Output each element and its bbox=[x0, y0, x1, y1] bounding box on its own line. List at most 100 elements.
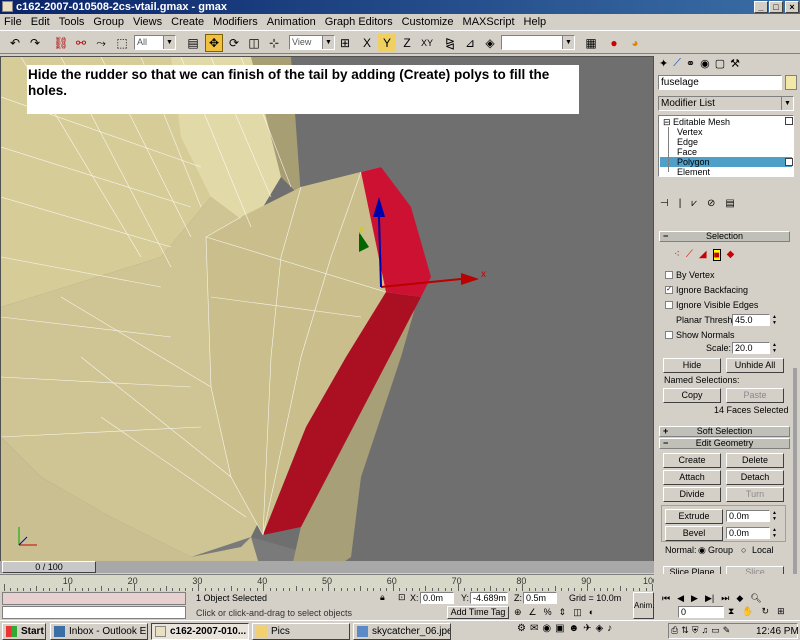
face-level-icon[interactable]: ◢ bbox=[699, 249, 707, 261]
menu-edit[interactable]: Edit bbox=[31, 16, 50, 28]
start-button[interactable]: Start bbox=[2, 623, 46, 640]
hierarchy-tab-icon[interactable]: ⚭ bbox=[686, 57, 695, 73]
stack-root-toggle[interactable] bbox=[785, 117, 793, 125]
menu-file[interactable]: File bbox=[4, 16, 22, 28]
task-outlook[interactable]: Inbox - Outlook E... bbox=[50, 623, 148, 640]
time-config-icon[interactable]: ⧗ bbox=[728, 606, 734, 618]
planar-thresh-spinner[interactable]: ▲ ▼ bbox=[771, 314, 778, 327]
pan-icon[interactable]: ✋ bbox=[742, 606, 753, 618]
stack-item-element[interactable]: Element bbox=[677, 167, 710, 177]
local-radio-icon[interactable]: ○ bbox=[741, 545, 746, 556]
link-icon[interactable]: ⛓ bbox=[52, 34, 70, 52]
bind-icon[interactable]: ⤳ bbox=[92, 34, 110, 52]
paste-button[interactable]: Paste bbox=[726, 388, 784, 403]
undo-icon[interactable]: ↶ bbox=[6, 34, 24, 52]
listener-mini-pane[interactable] bbox=[2, 592, 186, 605]
angle-snap-toggle-icon[interactable]: ∠ bbox=[529, 607, 537, 619]
menu-tools[interactable]: Tools bbox=[59, 16, 85, 28]
stack-item-vertex[interactable]: Vertex bbox=[677, 127, 703, 137]
quick-launch-icon-1[interactable]: ⚙ bbox=[517, 623, 526, 639]
quick-launch-icon-7[interactable]: ◈ bbox=[595, 623, 603, 639]
go-to-end-icon[interactable]: ⏭ bbox=[721, 593, 729, 605]
stack-item-edge[interactable]: Edge bbox=[677, 137, 698, 147]
create-button[interactable]: Create bbox=[663, 453, 721, 468]
stack-item-polygon[interactable]: Polygon bbox=[677, 157, 710, 167]
stack-item-face[interactable]: Face bbox=[677, 147, 697, 157]
tray-printer-icon[interactable]: ⎙ bbox=[671, 625, 678, 637]
task-pics[interactable]: Pics bbox=[252, 623, 350, 640]
gmax-app-icon[interactable] bbox=[2, 1, 13, 12]
mirror-icon[interactable]: ⧎ bbox=[441, 34, 459, 52]
show-end-result-icon[interactable]: | bbox=[679, 198, 682, 212]
ignore-backfacing-checkbox[interactable]: ✓ bbox=[665, 286, 673, 294]
group-radio-icon[interactable]: ◉ bbox=[698, 545, 706, 556]
time-slider-thumb[interactable]: 0 / 100 bbox=[2, 561, 96, 573]
snap-toggle-icon[interactable]: ⊕ bbox=[514, 607, 522, 619]
utilities-tab-icon[interactable]: ⚒ bbox=[730, 57, 740, 73]
zoom-icon[interactable]: 🔍︎ bbox=[750, 593, 761, 605]
element-level-icon[interactable]: ◆ bbox=[727, 249, 735, 261]
copy-button[interactable]: Copy bbox=[663, 388, 721, 403]
quick-launch-icon-5[interactable]: ☻ bbox=[569, 623, 580, 639]
modifier-stack[interactable]: ⊟ Editable Mesh Vertex Edge Face Polygon… bbox=[658, 115, 794, 177]
listener-output-pane[interactable] bbox=[2, 606, 186, 619]
menu-help[interactable]: Help bbox=[524, 16, 547, 28]
modifier-list-dropdown[interactable]: Modifier List ▼ bbox=[658, 96, 794, 111]
move-icon[interactable]: ✥ bbox=[205, 34, 223, 52]
align-icon[interactable]: ⊿ bbox=[461, 34, 479, 52]
use-center-icon[interactable]: ⊞ bbox=[336, 34, 354, 52]
modify-tab-icon[interactable]: ⟋ bbox=[673, 57, 681, 73]
hide-button[interactable]: Hide bbox=[663, 358, 721, 373]
normals-scale-spinner[interactable]: ▲ ▼ bbox=[771, 342, 778, 355]
edit-geometry-rollout-header[interactable]: − Edit Geometry bbox=[659, 438, 790, 449]
menu-group[interactable]: Group bbox=[93, 16, 124, 28]
pivot-icon[interactable]: ⊹ bbox=[265, 34, 283, 52]
restrict-y-icon[interactable]: Y bbox=[378, 34, 396, 52]
attach-button[interactable]: Attach bbox=[663, 470, 721, 485]
motion-tab-icon[interactable]: ◉ bbox=[700, 57, 710, 73]
menu-animation[interactable]: Animation bbox=[267, 16, 316, 28]
named-selection-dropdown[interactable]: ▼ bbox=[501, 35, 575, 50]
add-time-tag-button[interactable]: Add Time Tag bbox=[447, 606, 509, 619]
perspective-viewport[interactable]: x y Hide the rudder so that we can finis… bbox=[0, 56, 654, 570]
key-mode-icon[interactable]: ◆ bbox=[736, 593, 743, 605]
menu-maxscript[interactable]: MAXScript bbox=[463, 16, 515, 28]
divide-button[interactable]: Divide bbox=[663, 487, 721, 502]
select-by-name-icon[interactable]: ▤ bbox=[184, 34, 202, 52]
selection-filter-dropdown[interactable]: All ▼ bbox=[134, 35, 176, 50]
pin-stack-icon[interactable]: ⊣ bbox=[660, 198, 669, 212]
restrict-xy-icon[interactable]: XY bbox=[418, 34, 436, 52]
turn-button[interactable]: Turn bbox=[726, 487, 784, 502]
task-gmax[interactable]: c162-2007-010... bbox=[151, 623, 249, 640]
task-skycatcher[interactable]: skycatcher_06.jpe... bbox=[353, 623, 451, 640]
menu-graph-editors[interactable]: Graph Editors bbox=[325, 16, 393, 28]
snap-icon[interactable]: ◈ bbox=[481, 34, 499, 52]
show-normals-checkbox[interactable] bbox=[665, 331, 673, 339]
tray-pen-icon[interactable]: ✎ bbox=[723, 625, 731, 637]
y-coord-input[interactable]: -4.689m bbox=[470, 592, 508, 604]
time-slider-track[interactable] bbox=[0, 561, 654, 573]
redo-icon[interactable]: ↷ bbox=[26, 34, 44, 52]
delete-button[interactable]: Delete bbox=[726, 453, 784, 468]
animate-button[interactable]: Anim. bbox=[633, 592, 654, 619]
x-coord-input[interactable]: 0.0m bbox=[420, 592, 454, 604]
percent-snap-toggle-icon[interactable]: % bbox=[544, 607, 552, 619]
restrict-z-icon[interactable]: Z bbox=[398, 34, 416, 52]
track-bar[interactable]: 10 20 30 40 50 60 70 80 90 100 bbox=[0, 574, 658, 591]
command-panel-scrollbar[interactable] bbox=[793, 368, 797, 578]
menu-modifiers[interactable]: Modifiers bbox=[213, 16, 258, 28]
soft-selection-rollout-header[interactable]: + Soft Selection bbox=[659, 426, 790, 437]
extrude-spinner[interactable]: ▲ ▼ bbox=[771, 510, 778, 523]
tray-volume-icon[interactable]: ♫ bbox=[702, 625, 709, 637]
selection-rollout-header[interactable]: − Selection bbox=[659, 231, 790, 242]
close-button[interactable]: × bbox=[785, 1, 799, 13]
maximize-viewport-icon[interactable]: ⊞ bbox=[777, 606, 785, 618]
quick-launch-icon-8[interactable]: ♪ bbox=[607, 623, 612, 639]
tray-network-icon[interactable]: ⇅ bbox=[681, 625, 689, 637]
object-color-swatch[interactable] bbox=[785, 75, 797, 90]
stack-root-collapse-icon[interactable]: ⊟ bbox=[663, 117, 671, 127]
reference-coord-dropdown[interactable]: View ▼ bbox=[289, 35, 335, 50]
quick-launch-icon-4[interactable]: ▣ bbox=[555, 623, 564, 639]
minimize-button[interactable]: _ bbox=[754, 1, 768, 13]
degrade-override-icon[interactable]: ◐ bbox=[589, 607, 594, 619]
